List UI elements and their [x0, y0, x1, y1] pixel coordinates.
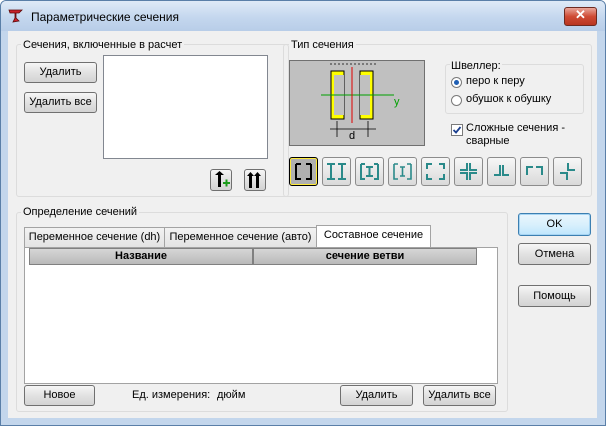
composite-tab-panel: Название сечение ветви	[24, 247, 498, 384]
delete-included-button[interactable]: Удалить	[24, 62, 97, 83]
shape-cross-angles-button[interactable]	[454, 157, 483, 186]
ok-button[interactable]: OK	[518, 213, 591, 236]
close-button[interactable]: ✕	[564, 7, 597, 26]
shape-double-channel-button[interactable]	[289, 157, 318, 186]
double-arrow-up-icon	[247, 172, 261, 188]
complex-sections-label-1[interactable]: Сложные сечения -	[466, 122, 565, 134]
complex-sections-checkbox[interactable]	[451, 124, 463, 136]
included-sections-label: Сечения, включенные в расчет	[21, 39, 185, 51]
double-channel-preview-icon	[321, 63, 394, 137]
channel-label: Швеллер:	[450, 60, 502, 72]
i-beam-outline-icon	[393, 163, 412, 180]
delete-definition-button[interactable]: Удалить	[340, 385, 413, 406]
checkmark-icon	[452, 126, 462, 134]
title-bar[interactable]: Параметрические сечения ✕	[1, 1, 605, 31]
shape-i-beam-outline-button[interactable]	[388, 157, 417, 186]
tab-variable-dh[interactable]: Переменное сечение (dh)	[24, 227, 165, 247]
definition-tabs: Переменное сечение (dh) Переменное сечен…	[24, 225, 484, 247]
add-section-button[interactable]	[210, 169, 232, 191]
shape-angle-pair-button[interactable]	[520, 157, 549, 186]
shape-double-i-beam-button[interactable]	[322, 157, 351, 186]
shape-i-in-channels-button[interactable]	[355, 157, 384, 186]
dialog-body: Сечения, включенные в расчет Удалить Уда…	[8, 31, 597, 418]
complex-sections-label-2[interactable]: сварные	[466, 135, 510, 147]
column-header-branch[interactable]: сечение ветви	[253, 248, 477, 265]
shape-double-channel-outward-button[interactable]	[421, 157, 450, 186]
preview-d-label: d	[349, 130, 356, 142]
preview-y-label: y	[394, 96, 400, 108]
section-type-label: Тип сечения	[289, 39, 356, 51]
section-definition-label: Определение сечений	[21, 206, 140, 218]
angle-pair-icon	[526, 166, 543, 175]
new-section-button[interactable]: Новое	[24, 385, 95, 406]
radio-back-to-back[interactable]	[451, 95, 462, 106]
units-label: Ед. измерения:	[132, 389, 211, 401]
radio-flange-to-flange-label[interactable]: перо к перу	[466, 75, 525, 87]
i-in-channels-icon	[360, 163, 379, 180]
column-header-name[interactable]: Название	[29, 248, 253, 265]
shape-double-angle-button[interactable]	[487, 157, 516, 186]
radio-flange-to-flange[interactable]	[451, 77, 462, 88]
section-preview: y d	[289, 60, 425, 146]
app-icon	[8, 9, 23, 23]
sections-table: Название сечение ветви	[29, 248, 477, 381]
arrow-up-plus-icon	[215, 171, 230, 187]
included-sections-list[interactable]	[103, 55, 268, 159]
dialog-window: Параметрические сечения ✕ Сечения, включ…	[0, 0, 606, 426]
radio-back-to-back-label[interactable]: обушок к обушку	[466, 93, 551, 105]
diagonal-angles-icon	[560, 163, 575, 180]
cross-angles-icon	[460, 163, 477, 180]
tab-variable-auto[interactable]: Переменное сечение (авто)	[164, 227, 317, 247]
double-channel-icon	[295, 163, 312, 180]
double-i-beam-icon	[327, 163, 346, 180]
tab-composite[interactable]: Составное сечение	[316, 225, 431, 247]
units-value: дюйм	[217, 389, 246, 401]
shape-diagonal-angles-button[interactable]	[553, 157, 582, 186]
double-channel-outward-icon	[426, 163, 445, 180]
delete-all-definition-button[interactable]: Удалить все	[423, 385, 496, 406]
close-icon: ✕	[575, 7, 586, 22]
double-angle-icon	[494, 165, 509, 176]
window-title: Параметрические сечения	[31, 10, 179, 24]
move-all-up-button[interactable]	[244, 169, 266, 191]
delete-all-included-button[interactable]: Удалить все	[24, 92, 97, 113]
cancel-button[interactable]: Отмена	[518, 243, 591, 265]
help-button[interactable]: Помощь	[518, 285, 591, 307]
